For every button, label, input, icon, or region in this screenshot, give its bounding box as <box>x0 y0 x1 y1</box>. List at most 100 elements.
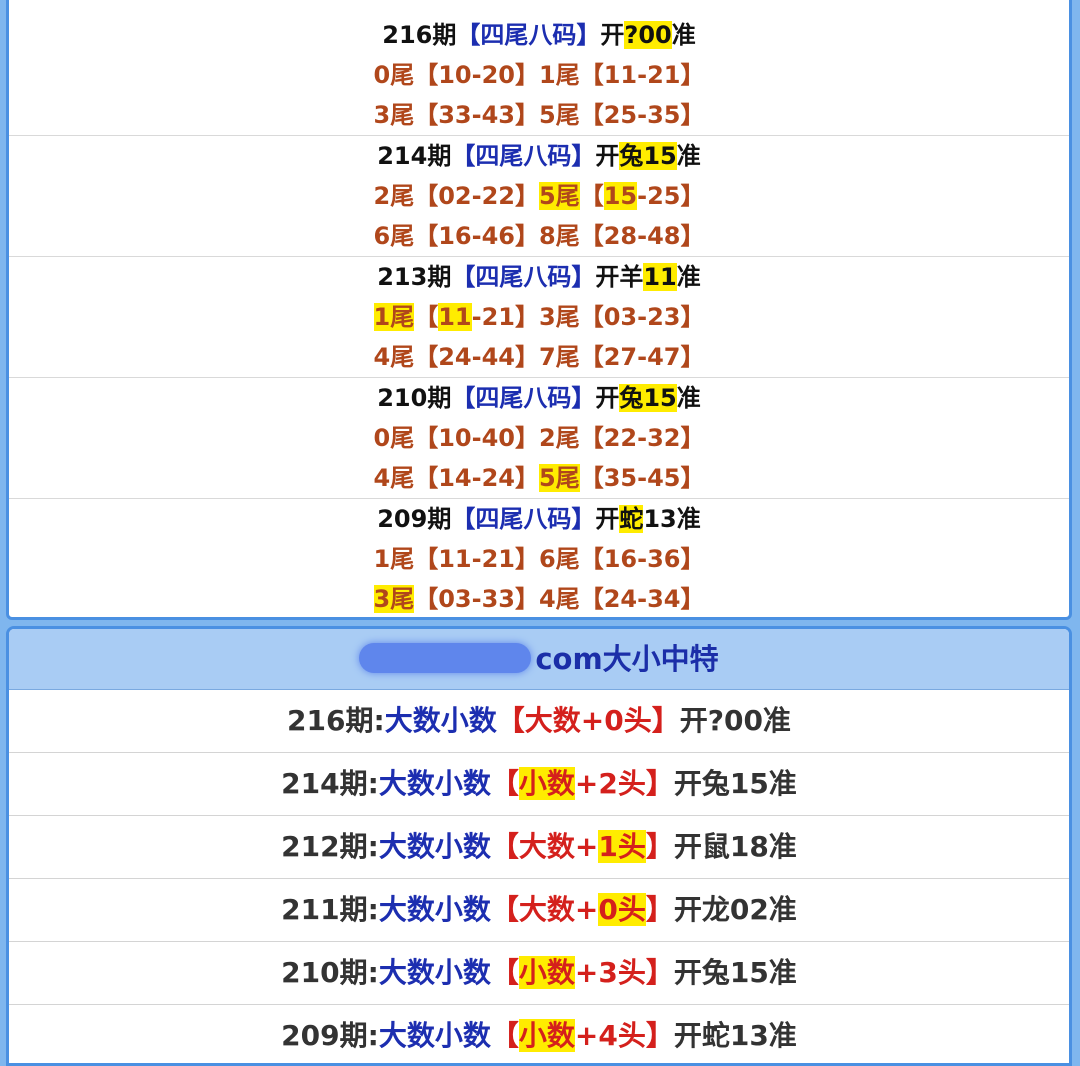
open-number: 15 <box>643 142 677 170</box>
tail-range: 28-48】 <box>603 222 705 250</box>
pick-size-hit: 小数 <box>518 767 575 800</box>
pick-size: 大数 <box>518 893 575 926</box>
period-number: 214期 <box>377 142 452 170</box>
pick-head-hit: 1头 <box>598 830 646 863</box>
tail-pair-row: 4尾【14-24】5尾【35-45】 <box>9 458 1069 498</box>
category-label: 大数小数 <box>378 1019 491 1052</box>
tail-range: 35-45】 <box>603 464 705 492</box>
pick-head: 2头 <box>598 767 646 800</box>
plus-sign: + <box>574 893 599 926</box>
prediction-row-212: 212期:大数小数【大数+1头】开鼠18准 <box>9 816 1069 879</box>
tail-label: 2尾 <box>373 182 415 210</box>
tail-label: 0尾 <box>373 61 415 89</box>
period-number: 214期: <box>281 767 379 800</box>
period-header: 216期【四尾八码】开?00准 <box>9 15 1069 55</box>
open-suffix: 准 <box>676 263 701 291</box>
pick-head: 0头 <box>604 704 652 737</box>
open-zodiac: 兔 <box>619 142 644 170</box>
result-text: 开?00准 <box>679 704 791 737</box>
bracket: 】 <box>645 830 674 863</box>
bracket: 【 <box>414 585 439 613</box>
bracket: 】 <box>645 956 674 989</box>
bracket: 】 <box>645 1019 674 1052</box>
open-prefix: 开 <box>595 384 620 412</box>
category-label: 大数小数 <box>378 830 491 863</box>
pick-head: 4头 <box>598 1019 646 1052</box>
tail-label: 4尾 <box>373 464 415 492</box>
plus-sign: + <box>574 956 599 989</box>
period-number: 210期 <box>377 384 452 412</box>
tail-pair-row: 3尾【33-43】5尾【25-35】 <box>9 95 1069 135</box>
pick-size: 大数 <box>518 830 575 863</box>
period-block-214: 214期【四尾八码】开兔15准 2尾【02-22】5尾【15-25】 6尾【16… <box>9 136 1069 257</box>
bracket: 】 <box>645 767 674 800</box>
period-block-209: 209期【四尾八码】开蛇13准 1尾【11-21】6尾【16-36】 3尾【03… <box>9 499 1069 619</box>
four-tail-eight-code-panel: 216期【四尾八码】开?00准 0尾【10-20】1尾【11-21】 3尾【33… <box>6 0 1072 620</box>
result-text: 开龙02准 <box>673 893 797 926</box>
bracket: 【 <box>414 182 439 210</box>
tail-range: 27-47】 <box>603 343 705 371</box>
tail-pair-row: 0尾【10-20】1尾【11-21】 <box>9 55 1069 95</box>
plus-sign: + <box>580 704 605 737</box>
redacted-site-name <box>359 643 532 673</box>
tail-label: 7尾 <box>539 343 580 371</box>
bracket: 【 <box>579 182 604 210</box>
tail-pair-row: 1尾【11-21】3尾【03-23】 <box>9 297 1069 337</box>
category-label: 大数小数 <box>378 767 491 800</box>
plus-sign: + <box>574 830 599 863</box>
bracket: 【 <box>414 303 439 331</box>
period-number: 212期: <box>281 830 379 863</box>
tail-label-hit: 5尾 <box>539 464 580 492</box>
bracket: 【 <box>496 704 525 737</box>
period-number: 216期 <box>382 21 457 49</box>
bracket: 【 <box>490 1019 519 1052</box>
big-small-special-panel: com大小中特 216期:大数小数【大数+0头】开?00准 214期:大数小数【… <box>6 626 1072 1066</box>
tail-pair-row: 0尾【10-40】2尾【22-32】 <box>9 418 1069 458</box>
category-tag: 【四尾八码】 <box>456 21 601 49</box>
pick-head: 3头 <box>598 956 646 989</box>
category-tag: 【四尾八码】 <box>451 263 596 291</box>
tail-label: 1尾 <box>539 61 580 89</box>
period-number: 213期 <box>377 263 452 291</box>
pick-size-hit: 小数 <box>518 1019 575 1052</box>
bracket: 【 <box>414 464 439 492</box>
bracket: 【 <box>414 101 439 129</box>
period-number: 211期: <box>281 893 379 926</box>
open-zodiac: 羊 <box>619 263 644 291</box>
tail-range: -25】 <box>637 182 705 210</box>
tail-pair-row: 3尾【03-33】4尾【24-34】 <box>9 579 1069 619</box>
tail-range: 16-46】 <box>438 222 539 250</box>
tail-label: 6尾 <box>539 545 580 573</box>
tail-range: 16-36】 <box>603 545 705 573</box>
bracket: 【 <box>414 545 439 573</box>
tail-label: 0尾 <box>373 424 415 452</box>
bracket: 【 <box>490 956 519 989</box>
tail-label: 4尾 <box>539 585 580 613</box>
open-number: 15 <box>643 384 677 412</box>
category-tag: 【四尾八码】 <box>451 505 596 533</box>
bracket: 【 <box>579 222 604 250</box>
tail-range: 33-43】 <box>438 101 539 129</box>
bracket: 【 <box>414 222 439 250</box>
period-number: 209期: <box>281 1019 379 1052</box>
category-tag: 【四尾八码】 <box>451 384 596 412</box>
tail-range: 14-24】 <box>438 464 539 492</box>
tail-range: 02-22】 <box>438 182 539 210</box>
open-number: 00 <box>638 21 672 49</box>
tail-range: 24-44】 <box>438 343 539 371</box>
open-suffix: 准 <box>676 142 701 170</box>
prediction-row-211: 211期:大数小数【大数+0头】开龙02准 <box>9 879 1069 942</box>
period-header: 213期【四尾八码】开羊11准 <box>9 257 1069 297</box>
bracket: 【 <box>579 343 604 371</box>
result-text: 开蛇13准 <box>673 1019 797 1052</box>
result-text: 开兔15准 <box>673 956 797 989</box>
pick-size: 大数 <box>524 704 581 737</box>
open-zodiac: 兔 <box>619 384 644 412</box>
open-zodiac: 蛇 <box>619 505 644 533</box>
tail-label-hit: 5尾 <box>539 182 580 210</box>
result-text: 开兔15准 <box>673 767 797 800</box>
period-number: 210期: <box>281 956 379 989</box>
tail-range: 11-21】 <box>603 61 705 89</box>
tail-pair-row: 2尾【02-22】5尾【15-25】 <box>9 176 1069 216</box>
tail-range: 24-34】 <box>603 585 705 613</box>
